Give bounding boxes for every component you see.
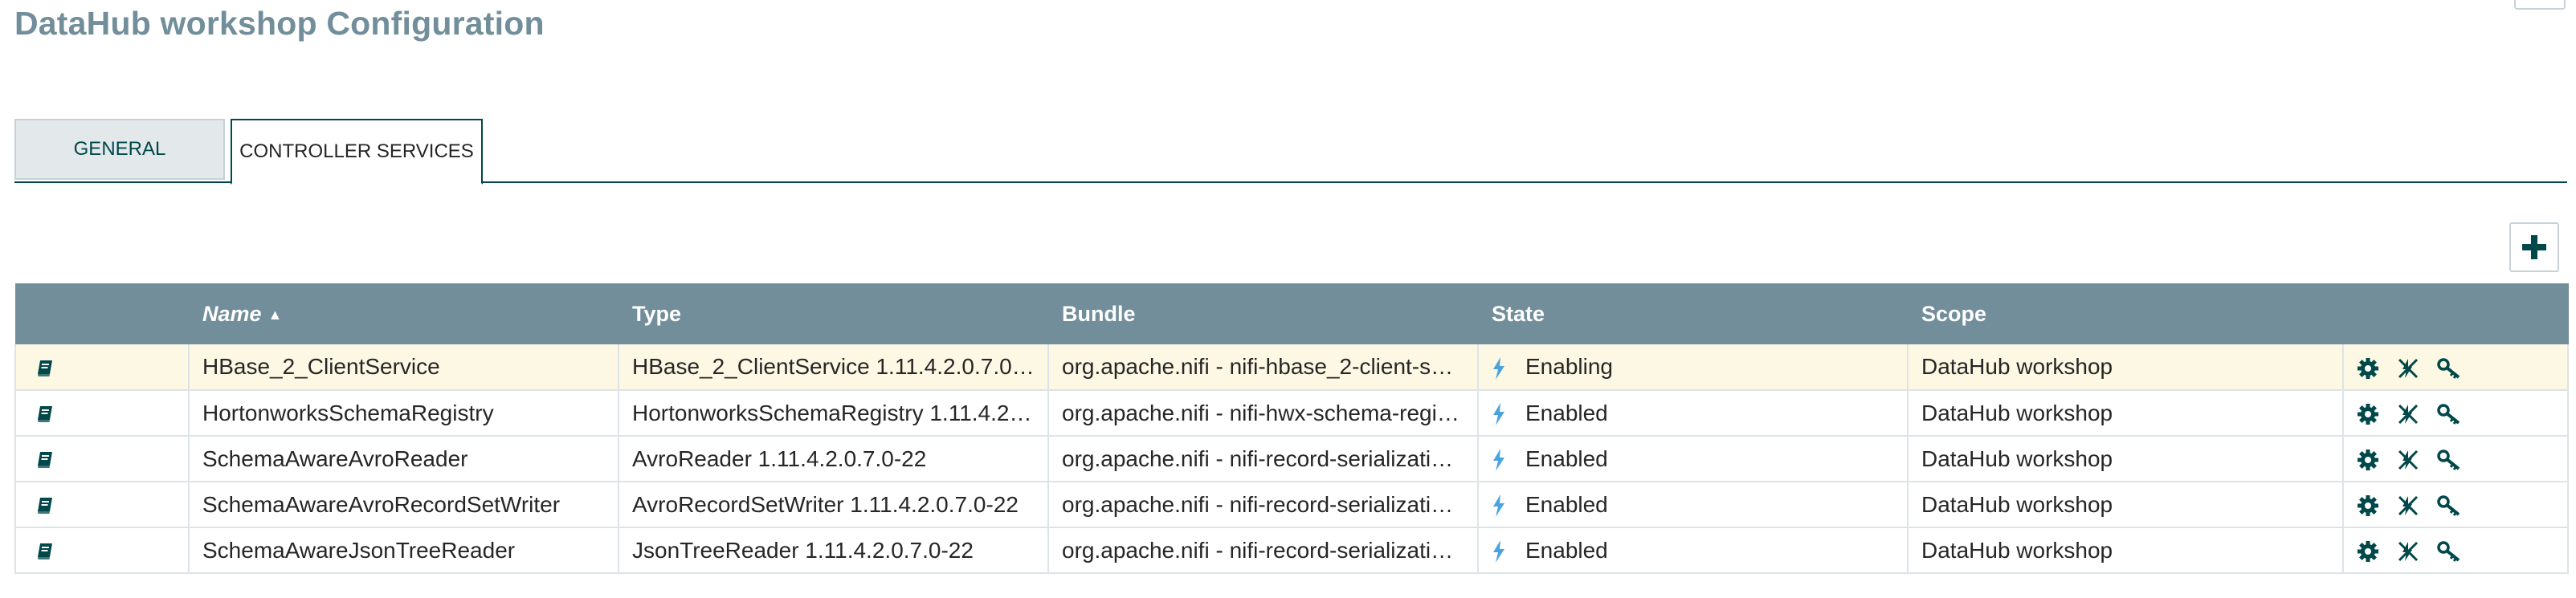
table-row[interactable]: HBase_2_ClientService HBase_2_ClientServ… <box>14 344 2569 391</box>
book-icon[interactable] <box>35 542 55 561</box>
gear-icon[interactable] <box>2357 449 2379 471</box>
service-state: Enabled <box>1478 527 1909 574</box>
service-name: HBase_2_ClientService <box>189 344 619 391</box>
plus-icon <box>2522 235 2546 259</box>
state-label: Enabled <box>1525 491 1608 517</box>
service-state: Enabling <box>1478 344 1909 391</box>
info-cell <box>14 436 190 482</box>
service-bundle: org.apache.nifi - nifi-record-serializat… <box>1048 436 1479 482</box>
service-state: Enabled <box>1478 436 1909 482</box>
key-icon[interactable] <box>2436 449 2461 471</box>
gear-icon[interactable] <box>2357 494 2379 517</box>
disable-icon[interactable] <box>2397 403 2419 425</box>
disable-icon[interactable] <box>2397 449 2419 471</box>
service-scope: DataHub workshop <box>1908 390 2344 437</box>
service-type: JsonTreeReader 1.11.4.2.0.7.0-22 <box>618 527 1049 574</box>
info-cell <box>14 482 190 528</box>
service-bundle: org.apache.nifi - nifi-hwx-schema-regist… <box>1048 390 1479 437</box>
bolt-icon <box>1493 403 1504 426</box>
table-row[interactable]: HortonworksSchemaRegistry HortonworksSch… <box>14 390 2569 437</box>
bolt-icon <box>1493 540 1504 563</box>
service-scope: DataHub workshop <box>1908 344 2344 391</box>
service-bundle: org.apache.nifi - nifi-record-serializat… <box>1048 527 1479 574</box>
row-actions <box>2343 390 2569 437</box>
table-row[interactable]: SchemaAwareJsonTreeReader JsonTreeReader… <box>14 527 2569 574</box>
page-title: DataHub workshop Configuration <box>14 5 545 42</box>
column-header-bundle[interactable]: Bundle <box>1048 283 1479 344</box>
info-cell <box>14 390 190 437</box>
tab-bar: GENERAL CONTROLLER SERVICES <box>14 119 2567 185</box>
disable-icon[interactable] <box>2397 540 2419 563</box>
gear-icon[interactable] <box>2357 540 2379 563</box>
book-icon[interactable] <box>35 405 55 424</box>
key-icon[interactable] <box>2436 357 2461 380</box>
service-scope: DataHub workshop <box>1908 527 2344 574</box>
service-type: AvroRecordSetWriter 1.11.4.2.0.7.0-22 <box>618 482 1049 528</box>
book-icon[interactable] <box>35 450 55 470</box>
column-header-state[interactable]: State <box>1478 283 1909 344</box>
window-corner-control[interactable] <box>2514 0 2566 10</box>
info-cell <box>14 527 190 574</box>
gear-icon[interactable] <box>2357 403 2379 425</box>
disable-icon[interactable] <box>2397 494 2419 517</box>
disable-icon[interactable] <box>2397 357 2419 380</box>
service-scope: DataHub workshop <box>1908 482 2344 528</box>
key-icon[interactable] <box>2436 403 2461 425</box>
state-label: Enabled <box>1525 400 1608 425</box>
bolt-icon <box>1493 356 1504 380</box>
bolt-icon <box>1493 449 1504 472</box>
service-bundle: org.apache.nifi - nifi-hbase_2-client-se… <box>1048 344 1479 391</box>
state-label: Enabled <box>1525 445 1608 471</box>
service-type: HBase_2_ClientService 1.11.4.2.0.7.0-22 <box>618 344 1049 391</box>
controller-services-table: Name ▲ Type Bundle State Scope HBase_2_Cl… <box>14 283 2569 574</box>
tab-general[interactable]: GENERAL <box>14 119 225 180</box>
column-header-type[interactable]: Type <box>618 283 1049 344</box>
service-scope: DataHub workshop <box>1908 436 2344 482</box>
bolt-icon <box>1493 494 1504 518</box>
book-icon[interactable] <box>35 359 55 378</box>
row-actions <box>2343 436 2569 482</box>
column-header-scope[interactable]: Scope <box>1908 283 2344 344</box>
info-cell <box>14 344 190 391</box>
state-label: Enabling <box>1525 354 1613 379</box>
sort-ascending-icon: ▲ <box>267 306 283 323</box>
row-actions <box>2343 482 2569 528</box>
service-state: Enabled <box>1478 390 1909 437</box>
service-name: SchemaAwareAvroReader <box>189 436 619 482</box>
service-name: HortonworksSchemaRegistry <box>189 390 619 437</box>
book-icon[interactable] <box>35 496 55 515</box>
state-label: Enabled <box>1525 537 1608 563</box>
column-header-info <box>15 283 190 344</box>
service-state: Enabled <box>1478 482 1909 528</box>
table-row[interactable]: SchemaAwareAvroReader AvroReader 1.11.4.… <box>14 436 2569 482</box>
service-name: SchemaAwareAvroRecordSetWriter <box>189 482 619 528</box>
table-header-row: Name ▲ Type Bundle State Scope <box>15 283 2569 344</box>
row-actions <box>2343 344 2569 391</box>
add-controller-service-button[interactable] <box>2509 222 2559 272</box>
row-actions <box>2343 527 2569 574</box>
service-name: SchemaAwareJsonTreeReader <box>189 527 619 574</box>
tab-controller-services[interactable]: CONTROLLER SERVICES <box>231 119 483 185</box>
service-bundle: org.apache.nifi - nifi-record-serializat… <box>1048 482 1479 528</box>
service-type: AvroReader 1.11.4.2.0.7.0-22 <box>618 436 1049 482</box>
gear-icon[interactable] <box>2357 357 2379 380</box>
table-row[interactable]: SchemaAwareAvroRecordSetWriter AvroRecor… <box>14 482 2569 528</box>
column-header-name[interactable]: Name ▲ <box>189 283 619 344</box>
key-icon[interactable] <box>2436 494 2461 517</box>
service-type: HortonworksSchemaRegistry 1.11.4.2.0.7.0… <box>618 390 1049 437</box>
key-icon[interactable] <box>2436 540 2461 563</box>
column-header-actions <box>2343 283 2569 344</box>
